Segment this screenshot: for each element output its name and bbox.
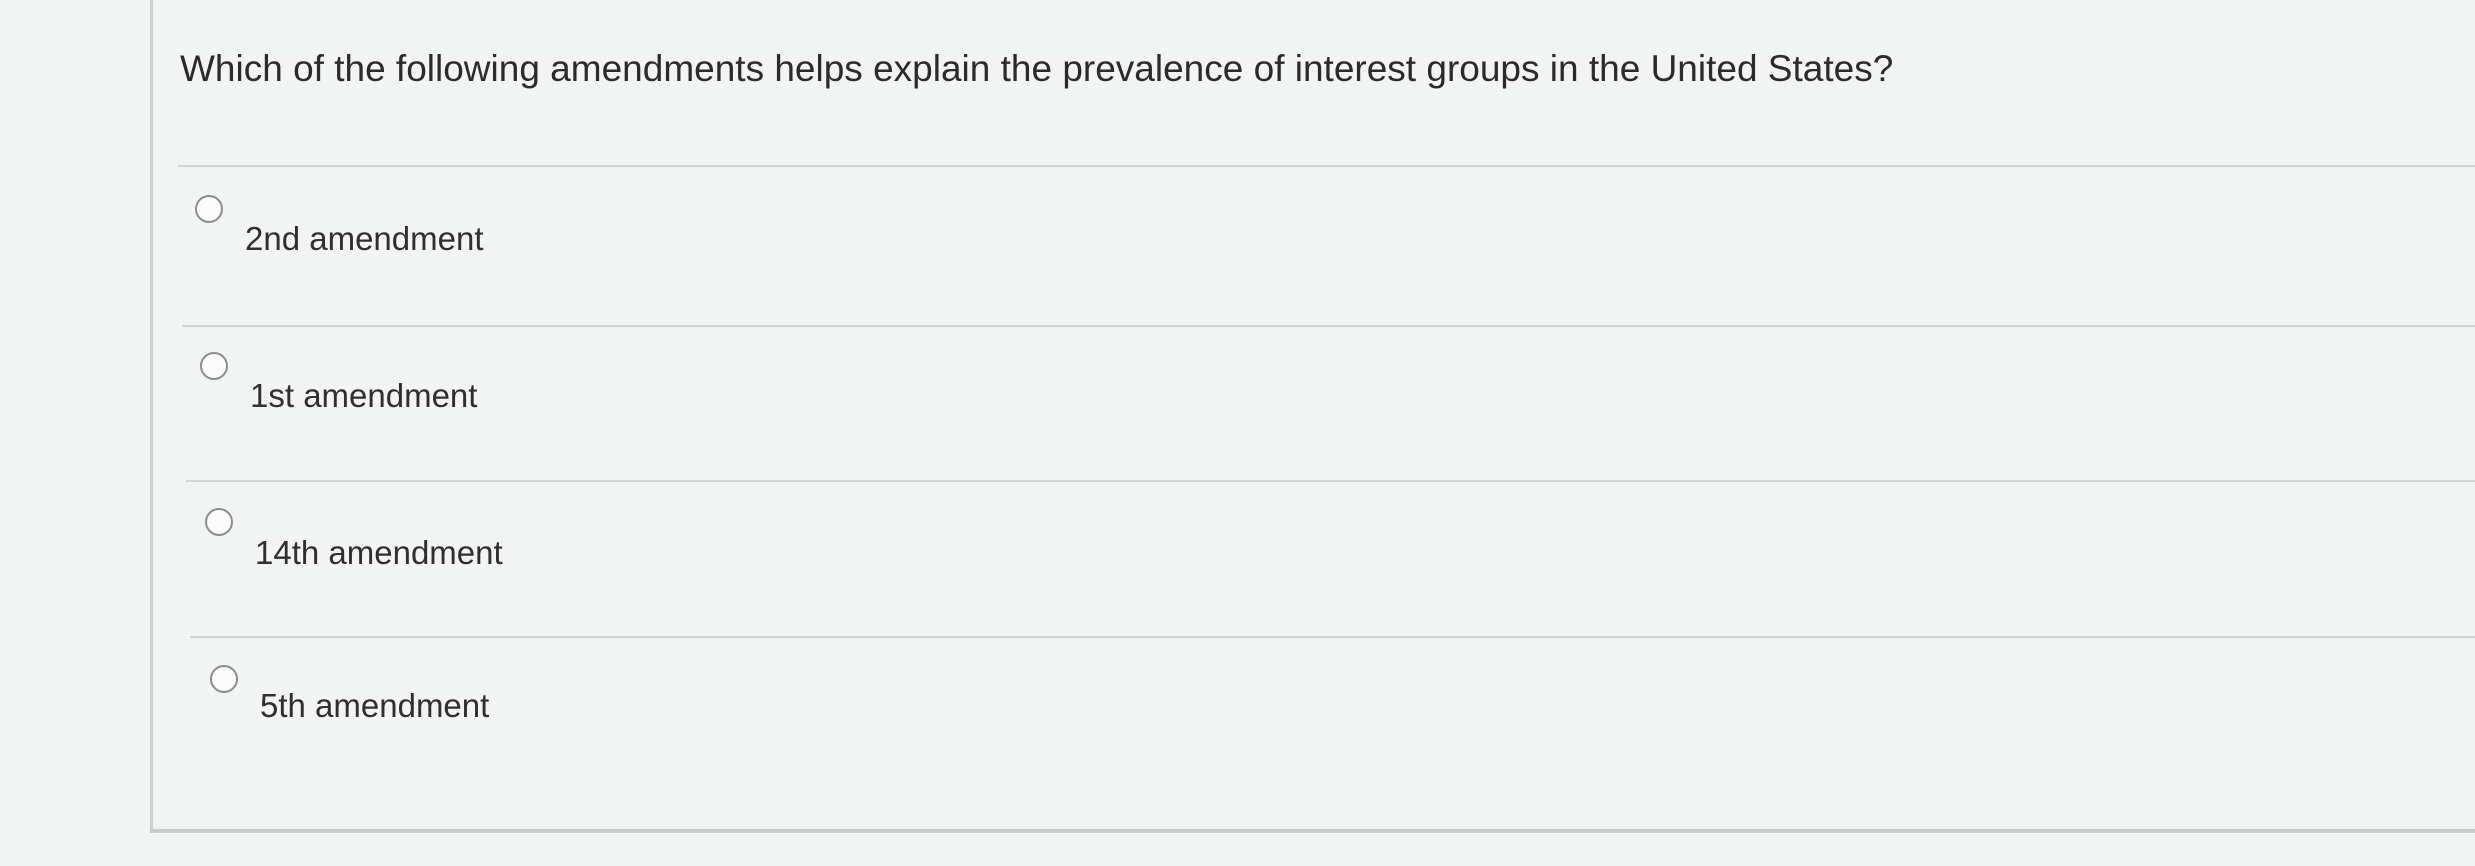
option-divider <box>182 325 2475 327</box>
option-label: 2nd amendment <box>245 220 484 257</box>
option-divider <box>186 480 2475 482</box>
radio-button[interactable] <box>195 195 223 223</box>
panel-left-border <box>150 0 153 832</box>
panel-bottom-border <box>150 829 2475 833</box>
option-divider <box>190 636 2475 638</box>
option-divider <box>178 165 2475 167</box>
radio-button[interactable] <box>210 665 238 693</box>
option-label: 1st amendment <box>250 377 478 414</box>
radio-button[interactable] <box>205 508 233 536</box>
question-text: Which of the following amendments helps … <box>180 48 1894 89</box>
quiz-screen: Which of the following amendments helps … <box>0 0 2475 866</box>
option-label: 5th amendment <box>260 687 490 724</box>
option-label: 14th amendment <box>255 534 503 571</box>
radio-button[interactable] <box>200 352 228 380</box>
